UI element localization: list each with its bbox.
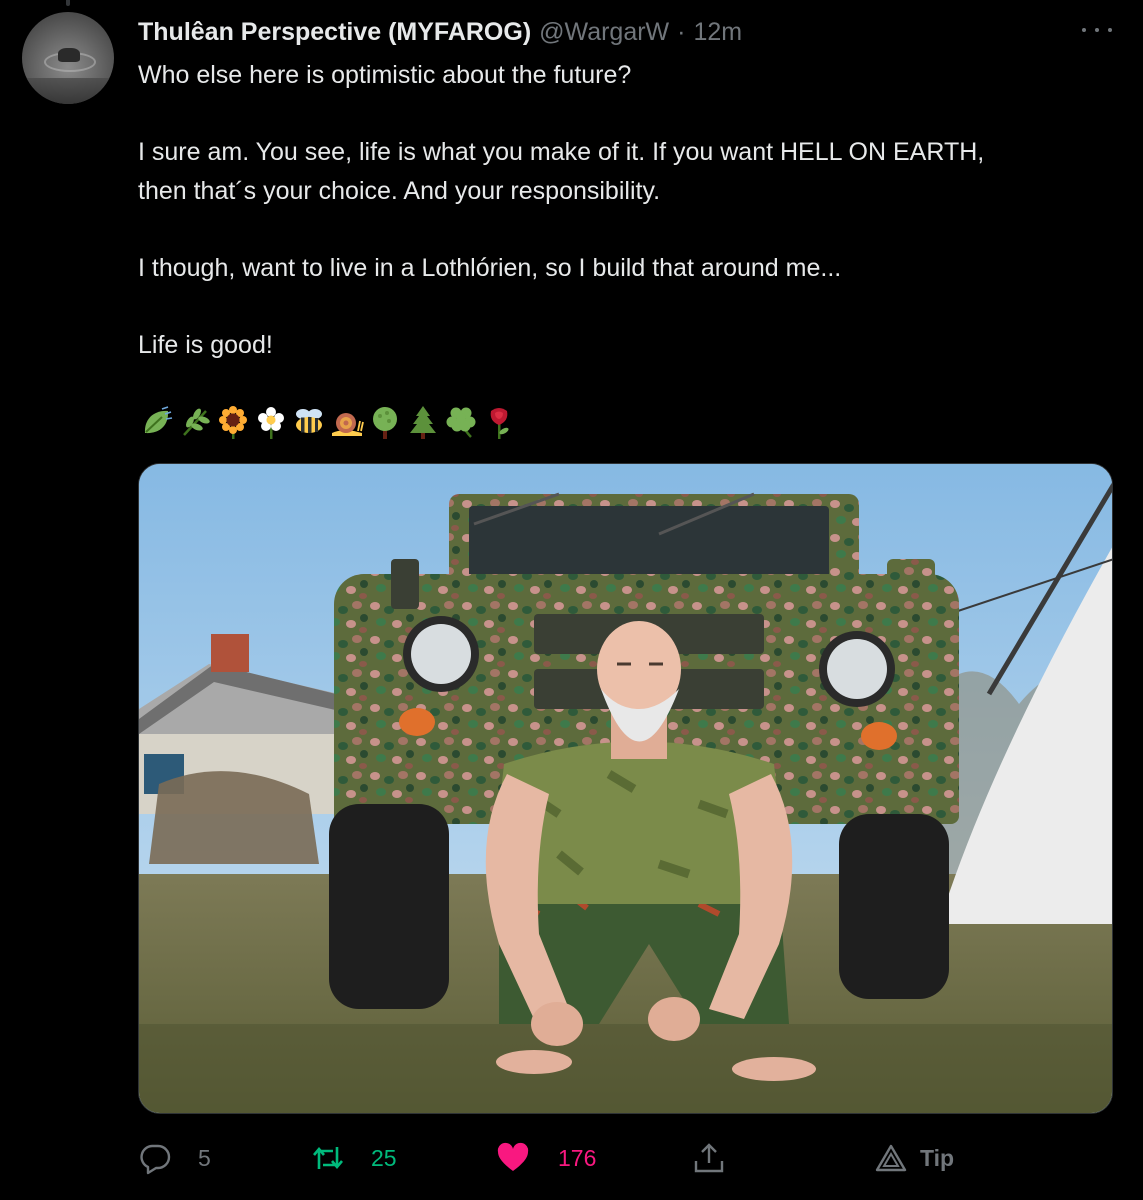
heart-filled-icon xyxy=(496,1141,530,1175)
photo-scene xyxy=(139,464,1112,1113)
tweet-actions: 5 25 176 Tip xyxy=(0,1136,1143,1180)
tweet-line: I sure am. You see, life is what you mak… xyxy=(138,138,985,166)
emoji-row xyxy=(138,402,518,442)
thread-connector xyxy=(66,0,70,6)
author-handle[interactable]: @WargarW xyxy=(539,18,669,47)
deciduous-tree-icon xyxy=(366,403,404,441)
more-horizontal-icon xyxy=(1108,28,1112,32)
blossom-icon xyxy=(252,403,290,441)
snail-icon xyxy=(328,403,366,441)
retweet-button[interactable]: 25 xyxy=(311,1136,397,1180)
tweet-blank-line xyxy=(138,210,1128,249)
tip-label: Tip xyxy=(920,1144,955,1171)
more-options-button[interactable] xyxy=(1082,22,1112,38)
tweet-line: Life is good! xyxy=(138,330,273,359)
tweet-blank-line xyxy=(138,287,1128,326)
like-count: 176 xyxy=(558,1144,597,1171)
tip-triangle-icon xyxy=(874,1141,908,1175)
tweet-line: Who else here is optimistic about the fu… xyxy=(138,61,632,89)
retweet-count: 25 xyxy=(371,1144,397,1171)
tweet-blank-line xyxy=(138,95,1128,134)
share-button[interactable] xyxy=(692,1136,726,1180)
honeybee-icon xyxy=(290,403,328,441)
author-display-name[interactable]: Thulêan Perspective (MYFAROG) xyxy=(138,18,531,47)
share-upload-icon xyxy=(692,1141,726,1175)
tweet[interactable]: Thulêan Perspective (MYFAROG) @WargarW ·… xyxy=(0,0,1143,1200)
more-horizontal-icon xyxy=(1082,28,1086,32)
tweet-line: I though, want to live in a Lothlórien, … xyxy=(138,253,842,282)
leaf-fluttering-icon xyxy=(138,403,176,441)
tweet-line: then that´s your choice. And your respon… xyxy=(138,176,661,205)
shamrock-icon xyxy=(442,403,480,441)
tweet-header: Thulêan Perspective (MYFAROG) @WargarW ·… xyxy=(138,14,742,50)
more-horizontal-icon xyxy=(1095,28,1099,32)
like-button[interactable]: 176 xyxy=(496,1136,596,1180)
tweet-timestamp[interactable]: 12m xyxy=(693,18,742,47)
header-separator: · xyxy=(677,17,686,46)
reply-button[interactable]: 5 xyxy=(138,1136,211,1180)
tweet-photo[interactable] xyxy=(138,463,1113,1114)
avatar-island-shape xyxy=(58,48,80,62)
reply-count: 5 xyxy=(198,1144,211,1171)
sunflower-icon xyxy=(214,403,252,441)
evergreen-tree-icon xyxy=(404,403,442,441)
tweet-text: Who else here is optimistic about the fu… xyxy=(138,56,1128,364)
avatar[interactable] xyxy=(22,12,114,104)
retweet-arrows-icon xyxy=(311,1141,345,1175)
rose-icon xyxy=(480,403,518,441)
avatar-shore-shape xyxy=(22,78,114,104)
herb-icon xyxy=(176,403,214,441)
reply-bubble-icon xyxy=(138,1141,172,1175)
tip-button[interactable]: Tip xyxy=(874,1136,954,1180)
